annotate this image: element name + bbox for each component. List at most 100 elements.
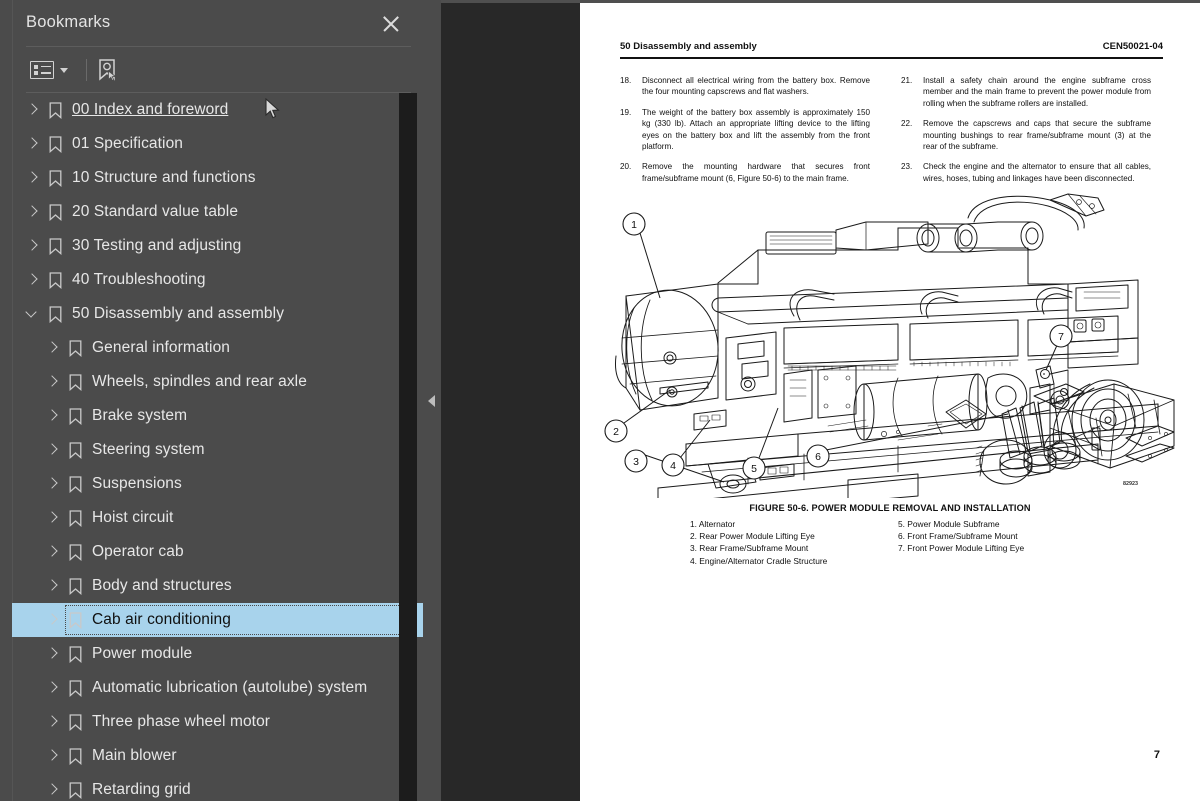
bookmark-item[interactable]: Steering system (12, 433, 423, 467)
chevron-right-icon[interactable] (46, 716, 58, 728)
right-column: 21. Install a safety chain around the eng… (901, 75, 1151, 193)
bookmark-item[interactable]: Wheels, spindles and rear axle (12, 365, 423, 399)
bookmark-item[interactable]: 20 Standard value table (12, 195, 423, 229)
bookmark-icon (69, 713, 82, 731)
bookmark-item[interactable]: General information (12, 331, 423, 365)
chevron-right-icon[interactable] (26, 104, 38, 116)
bookmark-item[interactable]: Automatic lubrication (autolube) system (12, 671, 423, 705)
bookmark-item[interactable]: Operator cab (12, 535, 423, 569)
bookmark-item-label: 20 Standard value table (72, 203, 239, 220)
bookmark-item-label: Cab air conditioning (92, 611, 232, 628)
step-text: The weight of the battery box assembly i… (642, 107, 870, 152)
bookmark-item[interactable]: Retarding grid (12, 773, 423, 801)
bookmark-item-label: 30 Testing and adjusting (72, 237, 242, 254)
bookmark-item[interactable]: Suspensions (12, 467, 423, 501)
chevron-right-icon[interactable] (46, 512, 58, 524)
bookmark-item[interactable]: Hoist circuit (12, 501, 423, 535)
bookmark-icon (49, 305, 62, 323)
chevron-right-icon[interactable] (46, 342, 58, 354)
legend-entry: 6. Front Frame/Subframe Mount (898, 531, 1018, 542)
chevron-right-icon[interactable] (46, 580, 58, 592)
bookmark-item-label: Steering system (92, 441, 205, 458)
bookmark-icon (69, 407, 82, 425)
bookmarks-scrollbar-track[interactable] (399, 93, 810, 801)
chevron-right-icon[interactable] (46, 478, 58, 490)
bookmark-icon (69, 339, 82, 357)
chevron-right-icon[interactable] (46, 648, 58, 660)
bookmark-tree[interactable]: 00 Index and foreword 01 Specification 10 … (12, 93, 423, 801)
step-text: Remove the capscrews and caps that secur… (923, 119, 1151, 152)
bookmark-item[interactable]: Three phase wheel motor (12, 705, 423, 739)
chevron-right-icon[interactable] (46, 682, 58, 694)
chevron-right-icon[interactable] (26, 240, 38, 252)
bookmark-item[interactable]: 00 Index and foreword (12, 93, 423, 127)
bookmark-item[interactable]: 10 Structure and functions (12, 161, 423, 195)
bookmark-item-label: Hoist circuit (92, 509, 174, 526)
chevron-right-icon[interactable] (46, 444, 58, 456)
close-icon[interactable] (378, 11, 404, 37)
bookmark-item-label: Suspensions (92, 475, 182, 492)
bookmarks-panel-header: Bookmarks (12, 0, 423, 47)
callout-4: 4 (670, 460, 676, 472)
legend-entry: 2. Rear Power Module Lifting Eye (690, 531, 815, 542)
chevron-down-icon[interactable] (26, 308, 38, 320)
chevron-right-icon[interactable] (46, 784, 58, 796)
list-icon (30, 61, 54, 79)
bookmarks-toolbar (12, 47, 423, 92)
chevron-right-icon[interactable] (26, 172, 38, 184)
step-number: 23. (901, 162, 913, 172)
bookmark-icon (69, 543, 82, 561)
bookmark-item-label: 50 Disassembly and assembly (72, 305, 285, 322)
chevron-right-icon[interactable] (26, 138, 38, 150)
bookmark-icon (49, 135, 62, 153)
callout-6: 6 (815, 451, 821, 463)
legend-entry: 5. Power Module Subframe (898, 519, 1000, 529)
new-bookmark-icon (99, 59, 117, 82)
step-text: Install a safety chain around the engine… (923, 76, 1151, 108)
bookmark-icon (49, 169, 62, 187)
bookmark-item[interactable]: Power module (12, 637, 423, 671)
chevron-right-icon[interactable] (46, 614, 58, 626)
bookmark-item[interactable]: 30 Testing and adjusting (12, 229, 423, 263)
step-number: 18. (620, 76, 632, 85)
chevron-right-icon[interactable] (46, 546, 58, 558)
chevron-right-icon[interactable] (46, 376, 58, 388)
bookmark-item-label: Automatic lubrication (autolube) system (92, 679, 368, 696)
bookmark-item-label: Retarding grid (92, 781, 191, 798)
bookmark-item-label: Main blower (92, 747, 177, 764)
chevron-down-icon (60, 67, 68, 73)
bookmark-item[interactable]: Cab air conditioning (12, 603, 423, 637)
bookmark-item[interactable]: 01 Specification (12, 127, 423, 161)
bookmark-item-label: Brake system (92, 407, 188, 424)
legend-entry: 1. Alternator (690, 519, 736, 529)
bookmark-item[interactable]: 50 Disassembly and assembly (12, 297, 423, 331)
chevron-right-icon[interactable] (46, 410, 58, 422)
step-number: 19. (620, 107, 632, 117)
bookmark-item[interactable]: Body and structures (12, 569, 423, 603)
step-text: Remove the mounting hardware that secure… (642, 162, 870, 183)
chevron-right-icon[interactable] (26, 274, 38, 286)
document-header: 50 Disassembly and assembly CEN50021-04 (620, 41, 1163, 59)
document-page: 50 Disassembly and assembly CEN50021-04 … (580, 3, 1200, 801)
bookmark-item[interactable]: Main blower (12, 739, 423, 773)
bookmark-icon (69, 781, 82, 799)
figure-legend: 1. Alternator 2. Rear Power Module Liftin… (580, 518, 1200, 578)
pdf-viewer-window: Bookmarks 00 Index and foreword 01 Speci… (0, 0, 1200, 801)
collapse-panel-handle[interactable] (423, 0, 441, 801)
new-bookmark-button[interactable] (96, 55, 128, 85)
bookmark-list-options-button[interactable] (30, 55, 82, 85)
header-section-title: 50 Disassembly and assembly (620, 41, 757, 52)
step-text: Check the engine and the alternator to e… (923, 162, 1151, 183)
procedure-step: 21. Install a safety chain around the eng… (901, 75, 1151, 109)
callout-5: 5 (751, 463, 757, 475)
bookmark-item[interactable]: Brake system (12, 399, 423, 433)
power-module-drawing: 1 2 3 4 5 6 7 (604, 193, 1175, 505)
legend-left-column: 1. Alternator 2. Rear Power Module Liftin… (690, 518, 827, 567)
chevron-right-icon[interactable] (26, 206, 38, 218)
bookmark-icon (69, 373, 82, 391)
bookmark-item-label: Three phase wheel motor (92, 713, 271, 730)
procedure-step: 19. The weight of the battery box assembl… (620, 107, 870, 153)
chevron-right-icon[interactable] (46, 750, 58, 762)
bookmark-item[interactable]: 40 Troubleshooting (12, 263, 423, 297)
step-number: 20. (620, 162, 632, 172)
